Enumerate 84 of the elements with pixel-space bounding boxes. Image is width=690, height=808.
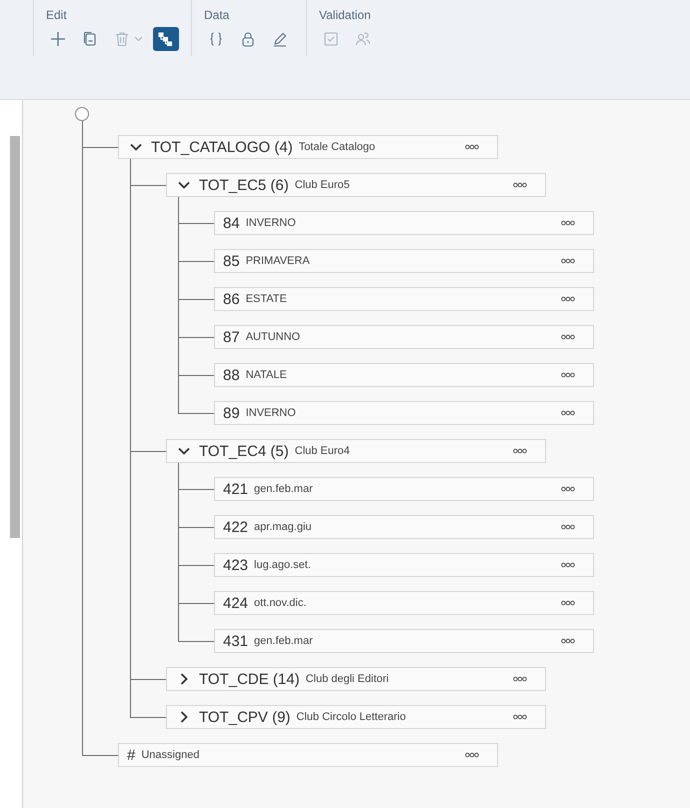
more-button[interactable] [561, 600, 575, 606]
member-id: 84 [223, 214, 240, 232]
lock-icon [240, 31, 256, 47]
node-description: Totale Catalogo [298, 141, 376, 153]
node-description: Club Euro4 [294, 445, 350, 457]
root-node-circle [75, 107, 89, 121]
group-label: Data [204, 8, 230, 22]
copy-icon [82, 31, 98, 47]
node-description: Club Circolo Letterario [296, 711, 406, 723]
more-button[interactable] [465, 752, 479, 758]
people-icon [355, 31, 371, 47]
member-id: 89 [223, 404, 240, 422]
more-button[interactable] [561, 562, 575, 568]
node-title: TOT_EC4 (5) [199, 442, 289, 460]
member-id: 88 [223, 366, 240, 384]
more-button[interactable] [561, 334, 575, 340]
tree-node-card[interactable]: TOT_EC4 (5) Club Euro4 [166, 439, 546, 463]
more-button[interactable] [561, 296, 575, 302]
pen-icon [272, 31, 288, 47]
node-description: PRIMAVERA [246, 255, 310, 267]
member-id: 85 [223, 252, 240, 270]
tree-node-card[interactable]: 424 ott.nov.dic. [214, 591, 594, 615]
member-id: 431 [223, 632, 248, 650]
caret-icon [134, 36, 143, 42]
tree-node-card[interactable]: TOT_EC5 (6) Club Euro5 [166, 173, 546, 197]
more-button[interactable] [561, 638, 575, 644]
more-button[interactable] [561, 524, 575, 530]
node-title: TOT_CATALOGO (4) [151, 138, 293, 156]
node-description: ott.nov.dic. [254, 597, 306, 609]
node-description: Club Euro5 [294, 179, 350, 191]
tree-node-card[interactable]: 421 gen.feb.mar [214, 477, 594, 501]
member-id: 86 [223, 290, 240, 308]
node-title: TOT_CDE (14) [199, 670, 300, 688]
tree-node-card[interactable]: TOT_CPV (9) Club Circolo Letterario [166, 705, 546, 729]
tree-node-card[interactable]: 89 INVERNO [214, 401, 594, 425]
member-id: 423 [223, 556, 248, 574]
tree-node-card[interactable]: 431 gen.feb.mar [214, 629, 594, 653]
trash-icon [114, 31, 130, 47]
group-label: Edit [46, 8, 68, 22]
tree-node-card[interactable]: # Unassigned [118, 743, 498, 767]
tree-node-card[interactable]: TOT_CATALOGO (4) Totale Catalogo [118, 135, 498, 159]
add-icon [50, 31, 66, 47]
group-label: Validation [319, 8, 372, 22]
more-button[interactable] [513, 448, 527, 454]
more-button[interactable] [561, 410, 575, 416]
tree-node-card[interactable]: 85 PRIMAVERA [214, 249, 594, 273]
node-title: TOT_CPV (9) [199, 708, 290, 726]
node-description: gen.feb.mar [254, 483, 313, 495]
tree-node-card[interactable]: 422 apr.mag.giu [214, 515, 594, 539]
more-button[interactable] [513, 182, 527, 188]
more-button[interactable] [465, 144, 479, 150]
tree-node-card[interactable]: 88 NATALE [214, 363, 594, 387]
node-title: TOT_EC5 (6) [199, 176, 289, 194]
tree-node-card[interactable]: TOT_CDE (14) Club degli Editori [166, 667, 546, 691]
node-description: AUTUNNO [246, 331, 300, 343]
member-id: 87 [223, 328, 240, 346]
braces-icon [208, 31, 224, 47]
hash-symbol: # [127, 746, 136, 764]
more-button[interactable] [561, 486, 575, 492]
more-button[interactable] [513, 714, 527, 720]
hierarchy-icon [157, 31, 173, 47]
more-button[interactable] [561, 372, 575, 378]
validate-icon [323, 31, 339, 47]
node-description: ESTATE [246, 293, 287, 305]
node-description: INVERNO [246, 407, 296, 419]
node-description: INVERNO [246, 217, 296, 229]
more-button[interactable] [561, 220, 575, 226]
member-id: 424 [223, 594, 248, 612]
tree-node-card[interactable]: 423 lug.ago.set. [214, 553, 594, 577]
more-button[interactable] [513, 676, 527, 682]
tree-node-card[interactable]: 84 INVERNO [214, 211, 594, 235]
node-description: Club degli Editori [306, 673, 389, 685]
more-button[interactable] [561, 258, 575, 264]
hierarchy-button[interactable] [153, 27, 179, 51]
member-id: 422 [223, 518, 248, 536]
member-id: 421 [223, 480, 248, 498]
tree-node-card[interactable]: 86 ESTATE [214, 287, 594, 311]
node-description: lug.ago.set. [254, 559, 311, 571]
scrollbar[interactable] [10, 136, 20, 538]
node-description: apr.mag.giu [254, 521, 312, 533]
node-description: NATALE [246, 369, 287, 381]
tree-node-card[interactable]: 87 AUTUNNO [214, 325, 594, 349]
node-description: Unassigned [141, 749, 200, 761]
node-description: gen.feb.mar [254, 635, 313, 647]
